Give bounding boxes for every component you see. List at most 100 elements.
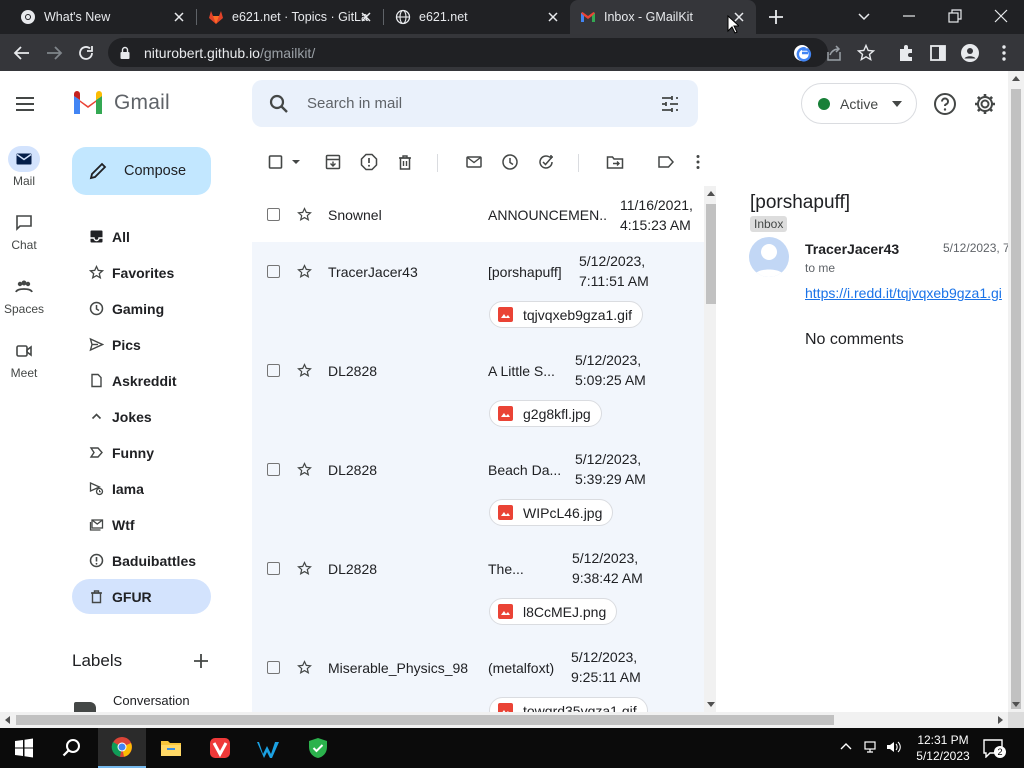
select-caret-icon[interactable] bbox=[291, 153, 301, 171]
email-checkbox[interactable] bbox=[267, 265, 280, 278]
close-window-icon[interactable] bbox=[992, 7, 1010, 25]
profile-icon[interactable] bbox=[960, 43, 980, 63]
email-checkbox[interactable] bbox=[267, 364, 280, 377]
email-row[interactable]: TracerJacer43 [porshapuff] 5/12/2023, 7:… bbox=[252, 243, 704, 342]
taskbar-vivaldi[interactable] bbox=[196, 728, 244, 768]
message-link[interactable]: https://i.redd.it/tqjvqxeb9gza1.gi bbox=[805, 285, 1002, 301]
taskbar-file-explorer[interactable] bbox=[147, 728, 195, 768]
email-checkbox[interactable] bbox=[267, 463, 280, 476]
nav-item-gaming[interactable]: Gaming bbox=[72, 291, 211, 326]
status-dropdown[interactable]: Active bbox=[801, 83, 917, 124]
email-row[interactable]: DL2828 A Little S... 5/12/2023, 5:09:25 … bbox=[252, 342, 704, 441]
nav-item-favorites[interactable]: Favorites bbox=[72, 255, 211, 290]
search-options-icon[interactable] bbox=[659, 93, 681, 115]
taskbar-chrome[interactable] bbox=[98, 728, 146, 768]
scroll-up-arrow[interactable] bbox=[707, 191, 715, 196]
search-icon[interactable] bbox=[268, 93, 290, 115]
nav-item-askreddit[interactable]: Askreddit bbox=[72, 363, 211, 398]
rail-item-spaces[interactable]: Spaces bbox=[0, 274, 48, 316]
add-task-icon[interactable] bbox=[537, 153, 555, 171]
scroll-down-arrow[interactable] bbox=[707, 702, 715, 707]
scroll-up-arrow[interactable] bbox=[1012, 76, 1020, 81]
star-icon[interactable] bbox=[297, 561, 312, 576]
taskbar-app-w[interactable] bbox=[245, 728, 293, 768]
labels-icon[interactable] bbox=[657, 153, 675, 171]
scrollbar-thumb[interactable] bbox=[1011, 89, 1021, 709]
delete-icon[interactable] bbox=[396, 153, 414, 171]
close-tab-icon[interactable] bbox=[172, 10, 186, 24]
search-input[interactable]: Search in mail bbox=[307, 95, 402, 112]
report-spam-icon[interactable] bbox=[360, 153, 378, 171]
more-options-icon[interactable] bbox=[693, 153, 703, 171]
minimize-icon[interactable] bbox=[900, 7, 918, 25]
rail-item-chat[interactable]: Chat bbox=[0, 210, 48, 252]
attachment-chip[interactable]: l8CcMEJ.png bbox=[489, 598, 618, 625]
side-panel-icon[interactable] bbox=[928, 43, 948, 63]
attachment-chip[interactable]: g2g8kfl.jpg bbox=[489, 400, 602, 427]
taskbar-search[interactable] bbox=[48, 728, 96, 768]
email-row[interactable]: DL2828 Beach Da... 5/12/2023, 5:39:29 AM… bbox=[252, 441, 704, 540]
scroll-right-arrow[interactable] bbox=[998, 716, 1003, 724]
back-icon[interactable] bbox=[12, 43, 32, 63]
sender-avatar[interactable] bbox=[749, 237, 789, 277]
browser-tab-whats-new[interactable]: What's New bbox=[0, 0, 197, 34]
nav-item-baduibattles[interactable]: Baduibattles bbox=[72, 543, 211, 578]
label-item-conversation[interactable]: Conversation bbox=[113, 693, 190, 708]
star-icon[interactable] bbox=[297, 363, 312, 378]
extensions-icon[interactable] bbox=[896, 43, 916, 63]
taskbar-clock[interactable]: 12:31 PM 5/12/2023 bbox=[912, 732, 974, 764]
add-label-icon[interactable] bbox=[192, 652, 210, 670]
settings-gear-icon[interactable] bbox=[973, 92, 997, 116]
email-row[interactable]: Miserable_Physics_98 (metalfoxt) 5/12/20… bbox=[252, 639, 704, 712]
nav-item-gfur[interactable]: GFUR bbox=[72, 579, 211, 614]
email-checkbox[interactable] bbox=[267, 661, 280, 674]
close-tab-icon[interactable] bbox=[546, 10, 560, 24]
scrollbar-thumb[interactable] bbox=[16, 715, 834, 725]
nav-item-pics[interactable]: Pics bbox=[72, 327, 211, 362]
share-icon[interactable] bbox=[824, 43, 844, 63]
new-tab-icon[interactable] bbox=[766, 7, 786, 27]
email-row[interactable]: Snownel ANNOUNCEMEN... 11/16/2021, 4:15:… bbox=[252, 186, 704, 243]
page-vertical-scrollbar[interactable] bbox=[1008, 71, 1024, 712]
page-horizontal-scrollbar[interactable] bbox=[0, 712, 1008, 728]
forward-icon[interactable] bbox=[44, 43, 64, 63]
scroll-down-arrow[interactable] bbox=[1012, 702, 1020, 707]
bookmark-star-icon[interactable] bbox=[856, 43, 876, 63]
start-button[interactable] bbox=[0, 728, 48, 768]
volume-icon[interactable] bbox=[885, 739, 901, 755]
scroll-left-arrow[interactable] bbox=[5, 716, 10, 724]
compose-button[interactable]: Compose bbox=[72, 147, 211, 195]
browser-tab-gitlab[interactable]: e621.net · Topics · GitLa bbox=[196, 0, 384, 34]
taskbar-security[interactable] bbox=[294, 728, 342, 768]
move-to-icon[interactable] bbox=[606, 153, 624, 171]
network-icon[interactable] bbox=[862, 739, 878, 755]
star-icon[interactable] bbox=[297, 264, 312, 279]
tray-chevron-up-icon[interactable] bbox=[838, 739, 854, 755]
rail-item-meet[interactable]: Meet bbox=[0, 338, 48, 380]
nav-item-funny[interactable]: Funny bbox=[72, 435, 211, 470]
rail-item-mail[interactable]: Mail bbox=[0, 146, 48, 188]
email-row[interactable]: DL2828 The... 5/12/2023, 9:38:42 AM l8Cc… bbox=[252, 540, 704, 639]
select-checkbox-icon[interactable] bbox=[268, 153, 284, 171]
snooze-icon[interactable] bbox=[501, 153, 519, 171]
nav-item-wtf[interactable]: Wtf bbox=[72, 507, 211, 542]
notification-center[interactable]: 2 bbox=[982, 738, 1006, 758]
kebab-menu-icon[interactable] bbox=[994, 43, 1014, 63]
browser-tab-e621[interactable]: e621.net bbox=[383, 0, 570, 34]
attachment-chip[interactable]: WIPcL46.jpg bbox=[489, 499, 614, 526]
star-icon[interactable] bbox=[297, 207, 312, 222]
main-menu-icon[interactable] bbox=[14, 93, 36, 115]
address-bar[interactable]: niturobert.github.io/gmailkit/ bbox=[108, 38, 828, 67]
reload-icon[interactable] bbox=[76, 43, 96, 63]
help-icon[interactable] bbox=[933, 92, 957, 116]
tab-search-icon[interactable] bbox=[855, 7, 873, 25]
scrollbar-thumb[interactable] bbox=[706, 204, 716, 304]
star-icon[interactable] bbox=[297, 462, 312, 477]
list-scrollbar[interactable] bbox=[704, 186, 716, 712]
email-checkbox[interactable] bbox=[267, 562, 280, 575]
gmail-logo-icon[interactable] bbox=[72, 90, 104, 116]
restore-icon[interactable] bbox=[946, 7, 964, 25]
email-checkbox[interactable] bbox=[267, 208, 280, 221]
nav-item-all[interactable]: All bbox=[72, 219, 211, 254]
lock-icon[interactable] bbox=[118, 46, 132, 60]
